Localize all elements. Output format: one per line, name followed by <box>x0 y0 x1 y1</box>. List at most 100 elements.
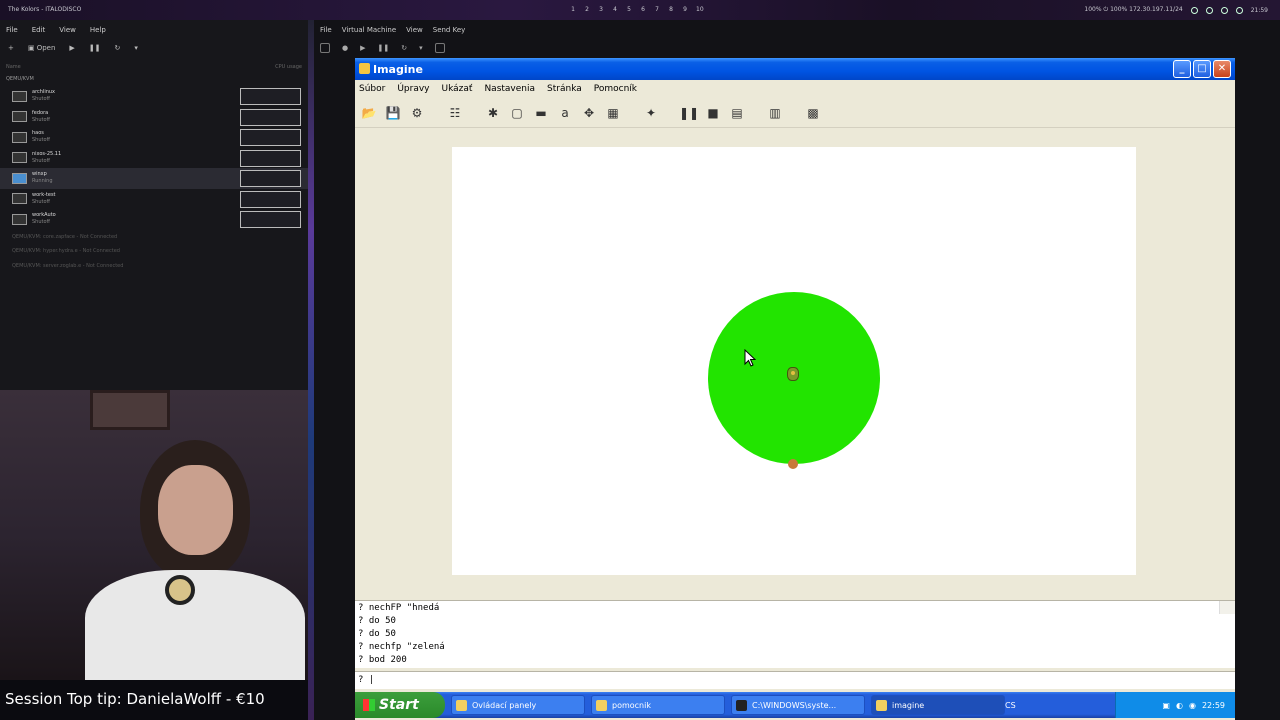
vm-name: work-test <box>32 191 56 198</box>
viewer-menu-sendkey[interactable]: Send Key <box>433 26 466 40</box>
menu-pomocnik[interactable]: Pomocník <box>594 84 637 94</box>
menu-upravy[interactable]: Úpravy <box>397 84 429 94</box>
monitor-running-icon <box>12 172 27 184</box>
command-history: ? nechFP "hnedá ? do 50 ? do 50 ? nechfp… <box>355 600 1235 668</box>
frame-icon[interactable]: ▢ <box>508 104 526 122</box>
viewer-menu-file[interactable]: File <box>320 26 332 40</box>
vm-row[interactable]: archlinux Shutoff <box>0 86 308 107</box>
workspace-7[interactable]: 7 <box>654 6 660 13</box>
pause-icon[interactable]: ❚❚ <box>679 104 699 122</box>
imagine-titlebar[interactable]: Imagine _ □ ✕ <box>355 58 1235 80</box>
menu-ukazat[interactable]: Ukázať <box>442 84 473 94</box>
vm-row[interactable]: work-test Shutoff <box>0 189 308 210</box>
vm-row[interactable]: workAuto Shutoff <box>0 209 308 230</box>
open-folder-icon[interactable]: 📂 <box>360 104 378 122</box>
rectangle-icon[interactable]: ▬ <box>532 104 550 122</box>
vmm-menu-edit[interactable]: Edit <box>32 26 46 38</box>
power-icon[interactable]: ↻ <box>401 44 407 52</box>
open-button[interactable]: ▣ Open <box>28 44 56 52</box>
move-icon[interactable]: ✥ <box>580 104 598 122</box>
language-indicator[interactable]: CS <box>1005 701 1016 710</box>
start-button[interactable]: Start <box>355 692 445 718</box>
chevron-down-icon[interactable]: ▾ <box>134 44 138 52</box>
image-icon[interactable]: ▩ <box>804 104 822 122</box>
workspace-10[interactable]: 10 <box>696 6 704 13</box>
power-icon[interactable]: ↻ <box>115 44 121 52</box>
run-icon[interactable]: ✦ <box>642 104 660 122</box>
drawing-canvas[interactable] <box>452 147 1136 575</box>
start-label: Start <box>379 697 419 713</box>
console-icon[interactable] <box>320 43 330 53</box>
play-icon[interactable]: ▶ <box>360 44 365 52</box>
menu-subor[interactable]: Súbor <box>359 84 385 94</box>
volume-icon[interactable]: ◐ <box>1176 701 1183 710</box>
page-area <box>355 129 1235 659</box>
workspace-3[interactable]: 3 <box>598 6 604 13</box>
network-icon[interactable] <box>1190 6 1198 14</box>
vm-row[interactable]: haos Shutoff <box>0 127 308 148</box>
now-playing: The Kolors - ITALODISCO <box>8 6 82 13</box>
save-icon[interactable]: 💾 <box>384 104 402 122</box>
workspace-5[interactable]: 5 <box>626 6 632 13</box>
vm-row[interactable]: nixos-25.11 Shutoff <box>0 148 308 169</box>
monitor-icon <box>12 111 27 123</box>
pause-icon[interactable]: ❚❚ <box>378 44 390 52</box>
workspace-2[interactable]: 2 <box>584 6 590 13</box>
new-vm-icon[interactable]: + <box>8 44 14 52</box>
vm-state: Shutoff <box>32 137 50 144</box>
vmm-menu-file[interactable]: File <box>6 26 18 38</box>
history-line: ? bod 200 <box>358 655 407 665</box>
page-icon[interactable]: ▥ <box>766 104 784 122</box>
media-player[interactable]: The Kolors - ITALODISCO <box>8 6 349 323</box>
vmm-menu-help[interactable]: Help <box>90 26 106 38</box>
step-icon[interactable]: ▤ <box>728 104 746 122</box>
bitmap-icon[interactable]: ▦ <box>604 104 622 122</box>
tree-icon[interactable]: ☷ <box>446 104 464 122</box>
workspace-4[interactable]: 4 <box>612 6 618 13</box>
connection-item[interactable]: QEMU/KVM: hyper.hydra.e - Not Connected <box>0 244 308 259</box>
notification-area: ▣ ◐ ◉ 22:59 <box>1115 692 1235 718</box>
play-icon[interactable]: ▶ <box>69 44 74 52</box>
settings-icon[interactable] <box>1220 6 1228 14</box>
workspace-9[interactable]: 9 <box>682 6 688 13</box>
turtle-icon[interactable] <box>787 367 799 381</box>
task-imagine[interactable]: imagine <box>871 695 1005 715</box>
cpu-graph <box>240 108 301 126</box>
security-icon[interactable]: ◉ <box>1189 701 1196 710</box>
power-icon[interactable] <box>1235 6 1243 14</box>
chevron-down-icon[interactable]: ▾ <box>419 44 423 52</box>
telegram-icon[interactable] <box>1205 6 1213 14</box>
vm-row[interactable]: fedora Shutoff <box>0 107 308 128</box>
menu-stranka[interactable]: Stránka <box>547 84 582 94</box>
command-input[interactable]: ? | <box>355 671 1235 689</box>
viewer-menu-vm[interactable]: Virtual Machine <box>342 26 396 40</box>
network-icon[interactable]: ▣ <box>1162 701 1170 710</box>
connection-item[interactable]: QEMU/KVM: server.zoglab.e - Not Connecte… <box>0 259 308 274</box>
vmm-menu-view[interactable]: View <box>59 26 76 38</box>
menu-nastavenia[interactable]: Nastavenia <box>484 84 535 94</box>
history-scrollbar[interactable] <box>1219 601 1235 614</box>
viewer-menu-view[interactable]: View <box>406 26 423 40</box>
turtle-tool-icon[interactable]: ✱ <box>484 104 502 122</box>
info-icon[interactable]: ● <box>342 44 348 52</box>
task-control-panel[interactable]: Ovládací panely <box>451 695 585 715</box>
text-tool-icon[interactable]: a <box>556 104 574 122</box>
stop-icon[interactable]: ■ <box>704 104 722 122</box>
connection-group[interactable]: QEMU/KVM <box>0 72 308 86</box>
snapshot-icon[interactable] <box>434 43 445 53</box>
host-topbar: The Kolors - ITALODISCO 1 2 3 4 5 6 7 8 … <box>0 0 1280 323</box>
workspace-8[interactable]: 8 <box>668 6 674 13</box>
connection-item[interactable]: QEMU/KVM: core.zapface - Not Connected <box>0 230 308 245</box>
workspace-1[interactable]: 1 <box>570 6 576 13</box>
task-cmd[interactable]: C:\WINDOWS\syste... <box>731 695 865 715</box>
pause-icon[interactable]: ❚❚ <box>89 44 101 52</box>
close-button[interactable]: ✕ <box>1213 60 1231 78</box>
col-cpu: CPU usage <box>275 64 302 70</box>
vm-row-selected[interactable]: winxp Running <box>0 168 308 189</box>
maximize-button[interactable]: □ <box>1193 60 1211 78</box>
task-pomocnik[interactable]: pomocnik <box>591 695 725 715</box>
top-tip-banner: Session Top tip: DanielaWolff - €10 <box>0 680 308 720</box>
print-icon[interactable]: ⚙ <box>408 104 426 122</box>
minimize-button[interactable]: _ <box>1173 60 1191 78</box>
workspace-6[interactable]: 6 <box>640 6 646 13</box>
